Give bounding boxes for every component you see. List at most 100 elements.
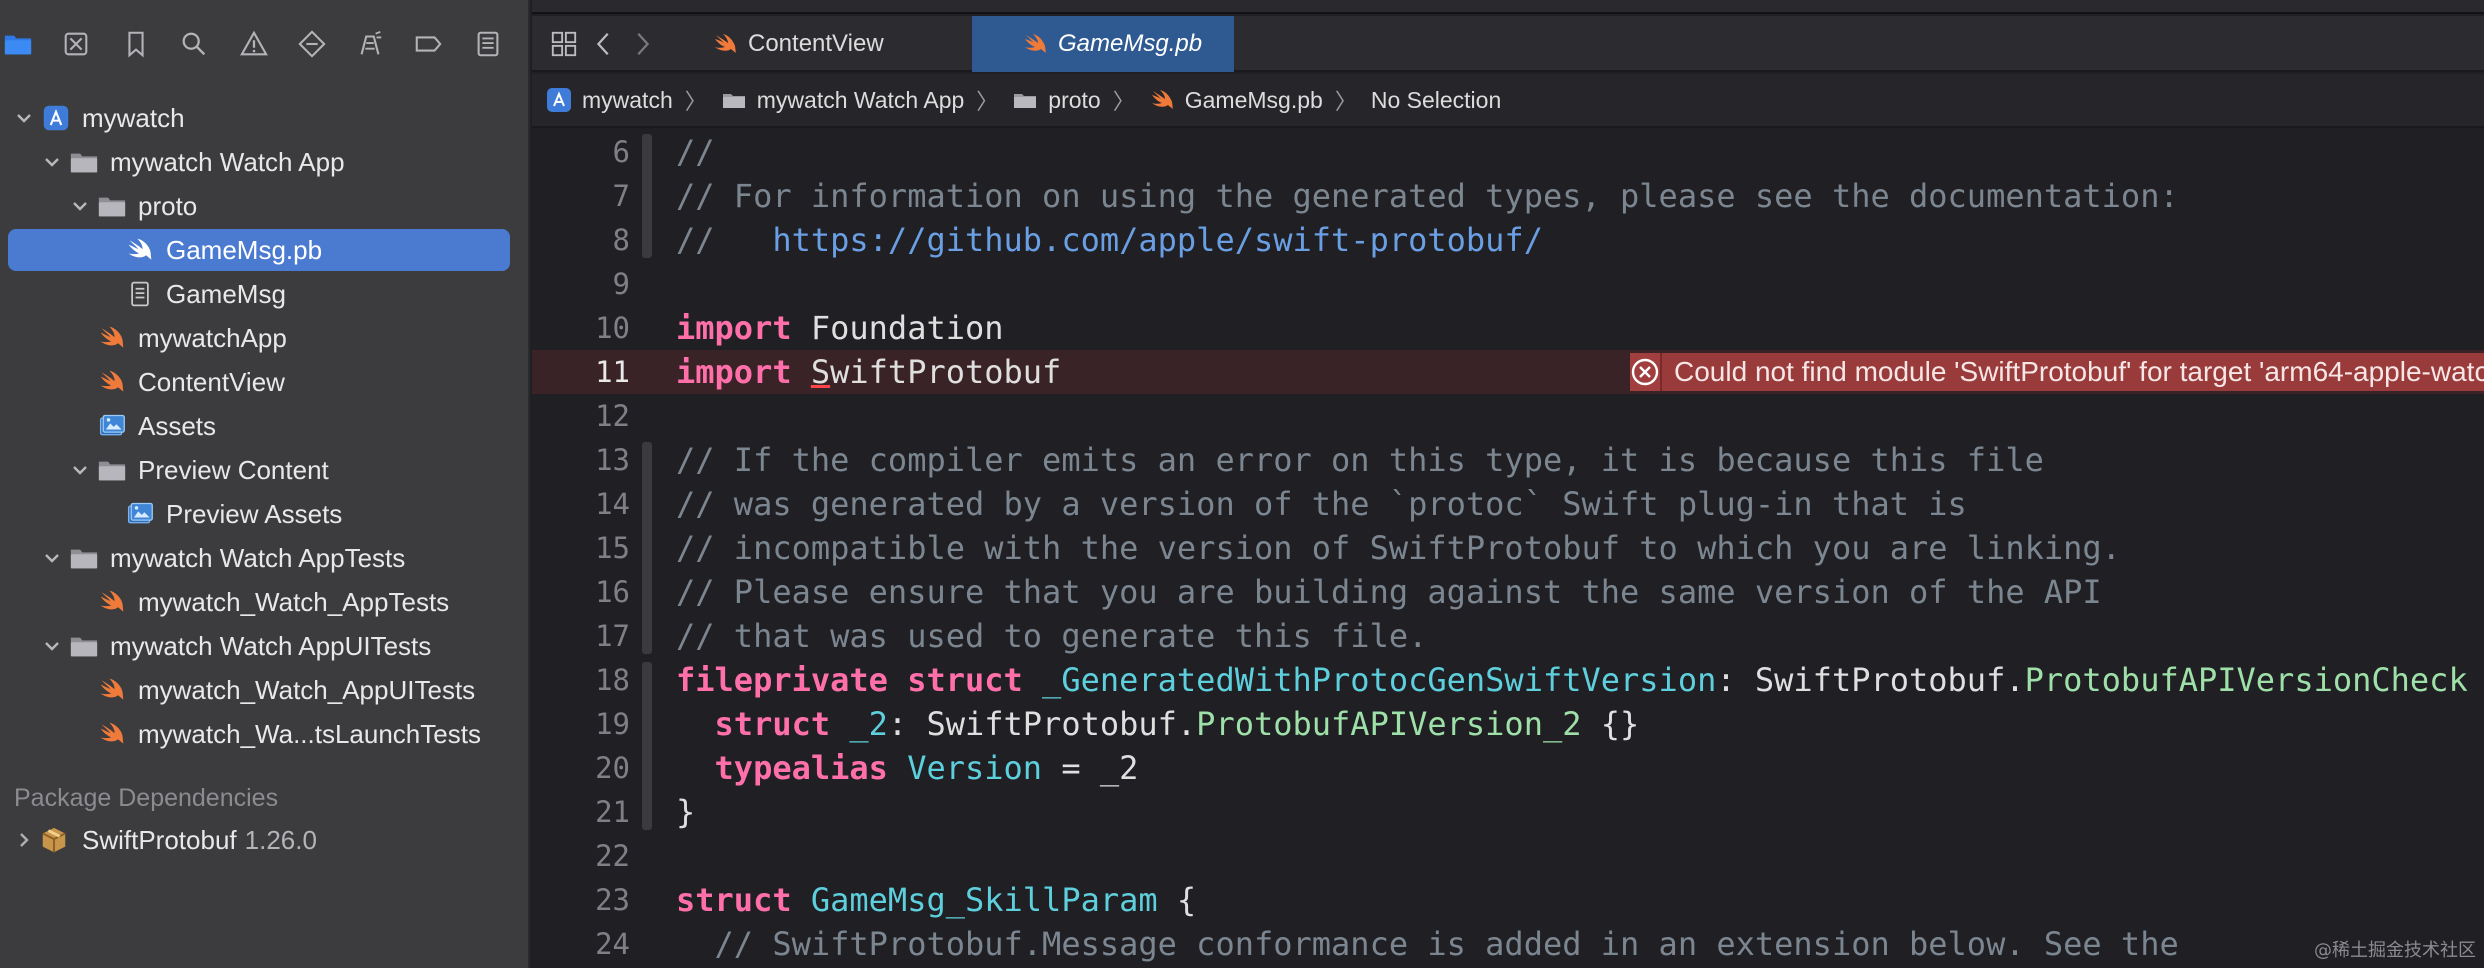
report-icon[interactable] — [470, 26, 506, 62]
project-navigator-icon[interactable] — [0, 26, 36, 62]
code-fold-ribbon[interactable] — [642, 662, 652, 830]
folder-icon — [1014, 94, 1037, 108]
tree-item[interactable]: mywatch_Watch_AppTests — [0, 580, 530, 624]
back-arrow-icon[interactable] — [586, 26, 622, 62]
breadcrumb-watch-app[interactable]: mywatch Watch App — [721, 87, 964, 114]
bookmark-icon[interactable] — [118, 26, 154, 62]
tree-item[interactable]: ContentView — [0, 360, 530, 404]
tab-contentview[interactable]: ContentView — [682, 16, 972, 72]
code-line[interactable]: 22 — [532, 834, 2484, 878]
code-line[interactable]: 18 fileprivate struct _GeneratedWithProto… — [532, 658, 2484, 702]
tree-item[interactable]: mywatch_Watch_AppUITests — [0, 668, 530, 712]
debug-icon[interactable] — [352, 26, 388, 62]
code-line[interactable]: 8 // https://github.com/apple/swift-proto… — [532, 218, 2484, 262]
chevron-down-icon[interactable] — [14, 108, 34, 128]
code-line[interactable]: 13 // If the compiler emits an error on t… — [532, 438, 2484, 482]
tree-item[interactable]: Assets — [0, 404, 530, 448]
code-token: // incompatible with the version of Swif… — [676, 529, 2121, 567]
code-token: Version — [907, 749, 1043, 787]
tree-item[interactable]: proto — [0, 184, 530, 228]
breadcrumb-separator: 〉 — [976, 89, 999, 114]
tree-item[interactable]: mywatch_Wa...tsLaunchTests — [0, 712, 530, 756]
tree-item[interactable]: GameMsg — [0, 272, 530, 316]
code-line[interactable]: 16 // Please ensure that you are building… — [532, 570, 2484, 614]
code-line[interactable]: 15 // incompatible with the version of Sw… — [532, 526, 2484, 570]
code-line[interactable]: 9 — [532, 262, 2484, 306]
tree-item[interactable]: mywatch Watch App — [0, 140, 530, 184]
error-annotation[interactable]: Could not find module 'SwiftProtobuf' fo… — [1630, 353, 2484, 391]
breadcrumb-file[interactable]: GameMsg.pb — [1149, 87, 1323, 114]
code-token: https://github.com/apple/swift-protobuf/ — [772, 221, 1543, 259]
code-token: ProtobufAPIVersionCheck — [2024, 661, 2468, 699]
line-number: 21 — [595, 795, 630, 829]
tree-item-label: mywatch_Watch_AppUITests — [138, 674, 476, 705]
code-text: // For information on using the generate… — [676, 174, 2179, 218]
code-fold-ribbon[interactable] — [642, 442, 652, 654]
breadcrumb-no-selection[interactable]: No Selection — [1371, 87, 1501, 114]
code-line[interactable]: 14 // was generated by a version of the `… — [532, 482, 2484, 526]
code-line[interactable]: 20 typealias Version = _2 — [532, 746, 2484, 790]
chevron-right-icon[interactable] — [14, 830, 34, 850]
tree-item-label: mywatch Watch AppUITests — [110, 630, 432, 661]
grid-icon[interactable] — [546, 26, 582, 62]
chevron-down-icon[interactable] — [42, 548, 62, 568]
source-control-icon[interactable] — [58, 26, 94, 62]
tree-item[interactable]: GameMsg.pb — [0, 228, 530, 272]
chevron-down-icon[interactable] — [42, 636, 62, 656]
tree-item[interactable]: mywatch Watch AppUITests — [0, 624, 530, 668]
code-text: import Foundation — [676, 306, 1004, 350]
code-line[interactable]: 21} — [532, 790, 2484, 834]
code-line[interactable]: 19 struct _2: SwiftProtobuf.ProtobufAPIV… — [532, 702, 2484, 746]
swift-file-icon — [124, 234, 156, 266]
code-fold-ribbon[interactable] — [642, 134, 652, 258]
error-icon[interactable] — [1630, 353, 1662, 391]
line-number: 20 — [595, 751, 630, 785]
tree-item[interactable]: Preview Assets — [0, 492, 530, 536]
package-version: 1.26.0 — [244, 824, 317, 855]
swift-file-icon — [96, 366, 128, 398]
tree-item[interactable]: mywatchApp — [0, 316, 530, 360]
test-icon[interactable] — [294, 26, 330, 62]
tab-gamemsg-pb[interactable]: GameMsg.pb — [972, 16, 1234, 72]
code-token: = _2 — [1042, 749, 1139, 787]
code-token: import — [676, 353, 792, 391]
code-token: // was generated by a version of the `pr… — [676, 485, 1967, 523]
code-line[interactable]: 17 // that was used to generate this file… — [532, 614, 2484, 658]
folder-icon — [96, 190, 128, 222]
line-number: 16 — [595, 575, 630, 609]
swift-file-icon — [715, 34, 736, 53]
code-line[interactable]: 24 // SwiftProtobuf.Message conformance … — [532, 922, 2484, 966]
breadcrumb-proto[interactable]: proto — [1012, 87, 1101, 114]
code-line[interactable]: 6 // — [532, 130, 2484, 174]
tree-item[interactable]: mywatch — [0, 96, 530, 140]
chevron-down-icon[interactable] — [70, 196, 90, 216]
chevron-down-icon[interactable] — [42, 152, 62, 172]
issue-icon[interactable] — [236, 26, 272, 62]
line-number: 15 — [595, 531, 630, 565]
code-token: // SwiftProtobuf.Message conformance is … — [676, 925, 2179, 963]
code-line[interactable]: 7 // For information on using the generat… — [532, 174, 2484, 218]
code-line[interactable]: 12 — [532, 394, 2484, 438]
tree-item-label: mywatchApp — [138, 322, 287, 353]
breadcrumb-project[interactable]: mywatch — [546, 87, 673, 114]
code-line[interactable]: 11 import SwiftProtobuf Could not find mod… — [532, 350, 2484, 394]
tree-item-label: ContentView — [138, 366, 285, 397]
tree-item-label: mywatch Watch AppTests — [110, 542, 406, 573]
line-number: 9 — [612, 267, 630, 301]
code-editor[interactable]: 6 // 7 // For information on using the gene… — [532, 130, 2484, 968]
chevron-down-icon[interactable] — [70, 460, 90, 480]
package-row-swiftprotobuf[interactable]: SwiftProtobuf 1.26.0 — [0, 818, 530, 862]
breakpoint-icon[interactable] — [410, 26, 446, 62]
tree-item[interactable]: mywatch Watch AppTests — [0, 536, 530, 580]
editor-tab-bar: ContentView GameMsg.pb — [532, 16, 2484, 72]
find-icon[interactable] — [176, 26, 212, 62]
forward-arrow-icon[interactable] — [624, 26, 660, 62]
tree-item[interactable]: Preview Content — [0, 448, 530, 492]
tree-item-label: mywatch Watch App — [110, 146, 345, 177]
code-line[interactable]: 23 struct GameMsg_SkillParam { — [532, 878, 2484, 922]
line-number: 24 — [595, 927, 630, 961]
breadcrumb-separator: 〉 — [684, 89, 707, 114]
code-line[interactable]: 10 import Foundation — [532, 306, 2484, 350]
